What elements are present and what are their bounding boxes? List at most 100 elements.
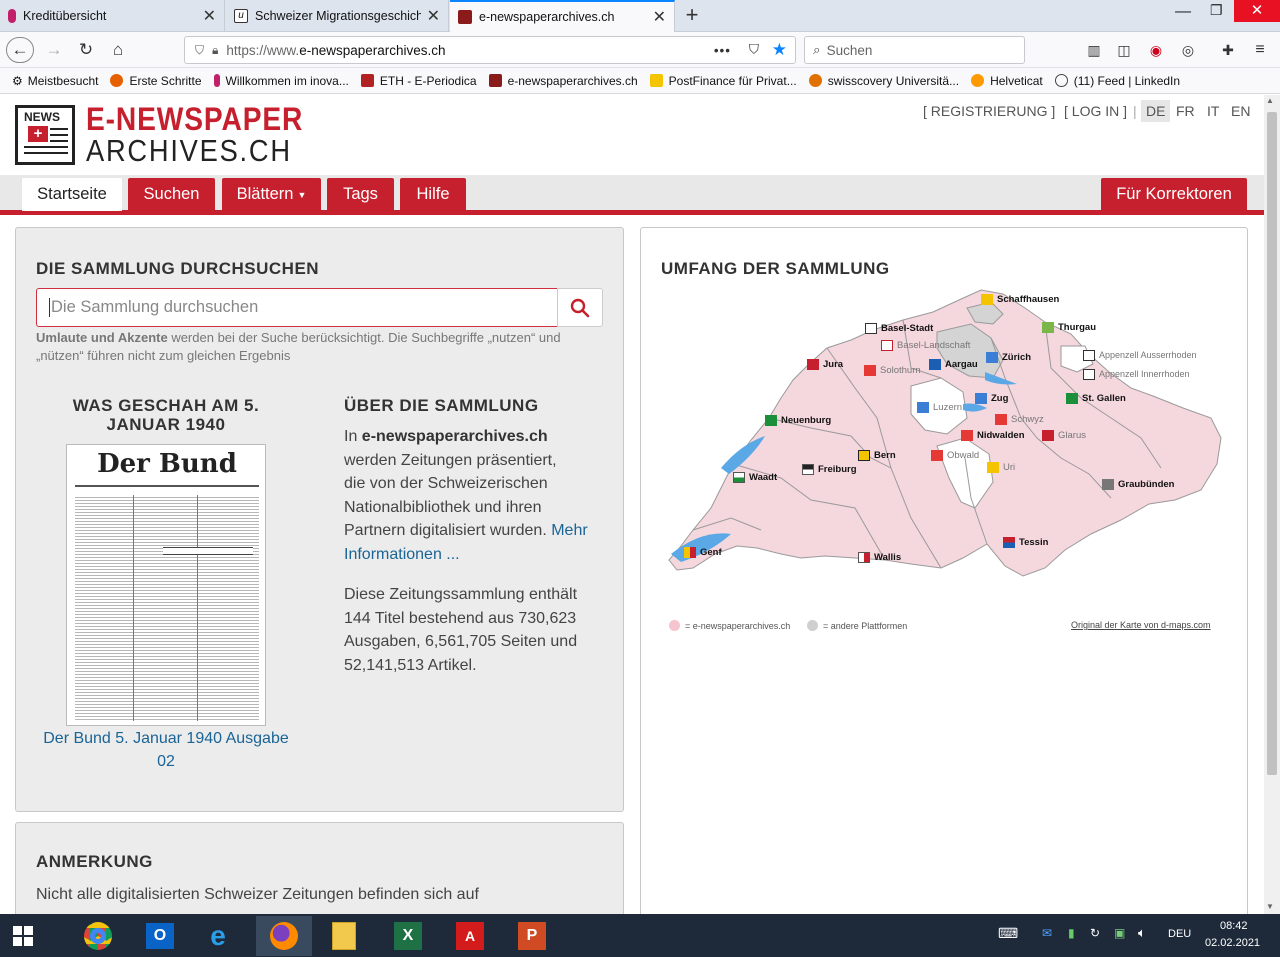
history-link-line2[interactable]: 02 bbox=[157, 753, 175, 770]
pocket-icon[interactable]: ⛉ bbox=[749, 42, 759, 58]
canton-schwyz[interactable]: Schwyz bbox=[995, 414, 1044, 425]
network-icon[interactable]: ▣ bbox=[1114, 926, 1125, 940]
close-window-icon[interactable]: ✕ bbox=[1234, 0, 1280, 22]
menu-hamburger-icon[interactable]: ≡ bbox=[1246, 37, 1274, 63]
lock-icon[interactable]: 🔒︎ bbox=[212, 43, 218, 58]
close-tab-icon[interactable]: ✕ bbox=[653, 7, 666, 27]
canton-tessin[interactable]: Tessin bbox=[1003, 537, 1048, 548]
bookmark-linkedin[interactable]: (11) Feed | LinkedIn bbox=[1054, 74, 1180, 88]
tracking-shield-icon[interactable]: ⛉ bbox=[195, 43, 204, 58]
clock-date[interactable]: 02.02.2021 bbox=[1205, 937, 1260, 949]
language-it[interactable]: IT bbox=[1207, 103, 1219, 119]
bookmark-inova[interactable]: Willkommen im inova... bbox=[213, 74, 349, 88]
close-tab-icon[interactable]: ✕ bbox=[427, 6, 440, 26]
scroll-up-icon[interactable]: ▲ bbox=[1266, 96, 1274, 105]
file-explorer-icon[interactable] bbox=[316, 916, 372, 956]
canton-st-gallen[interactable]: St. Gallen bbox=[1066, 393, 1126, 404]
language-fr[interactable]: FR bbox=[1176, 103, 1195, 119]
internet-explorer-icon[interactable]: e bbox=[190, 916, 246, 956]
canton-luzern[interactable]: Luzern bbox=[917, 402, 962, 413]
nav-hilfe[interactable]: Hilfe bbox=[400, 178, 466, 211]
close-tab-icon[interactable]: ✕ bbox=[203, 6, 216, 26]
bookmark-e-newspaperarchives[interactable]: e-newspaperarchives.ch bbox=[488, 74, 638, 88]
tab-e-newspaperarchives[interactable]: e-newspaperarchives.ch ✕ bbox=[450, 0, 675, 32]
account-icon[interactable]: ◎ bbox=[1174, 37, 1202, 63]
history-link-line1[interactable]: Der Bund 5. Januar 1940 Ausgabe bbox=[43, 730, 289, 747]
outlook-tray-icon[interactable]: ✉ bbox=[1042, 926, 1052, 940]
canton-aargau[interactable]: Aargau bbox=[929, 359, 978, 370]
bookmark-postfinance[interactable]: PostFinance für Privat... bbox=[649, 74, 797, 88]
switzerland-map[interactable] bbox=[641, 268, 1247, 598]
nav-suchen[interactable]: Suchen bbox=[128, 178, 215, 211]
register-link[interactable]: [ REGISTRIERUNG ] bbox=[923, 103, 1055, 119]
clock-time[interactable]: 08:42 bbox=[1220, 920, 1248, 932]
canton-zurich[interactable]: Zürich bbox=[986, 352, 1031, 363]
canton-uri[interactable]: Uri bbox=[987, 462, 1015, 473]
restore-window-icon[interactable]: ❐ bbox=[1210, 2, 1223, 19]
library-icon[interactable]: ▥ bbox=[1080, 37, 1108, 63]
history-issue-link[interactable]: Der Bund 5. Januar 1940 Ausgabe 02 bbox=[36, 727, 296, 773]
extension-icon[interactable]: ◉ bbox=[1142, 37, 1170, 63]
canton-basel-stadt[interactable]: Basel-Stadt bbox=[865, 323, 933, 334]
bookmark-swisscovery[interactable]: swisscovery Universitä... bbox=[808, 74, 959, 88]
canton-thurgau[interactable]: Thurgau bbox=[1042, 322, 1096, 333]
tab-migrationsgeschichte[interactable]: u Schweizer Migrationsgeschicht ✕ bbox=[226, 0, 449, 32]
back-arrow-icon[interactable]: ← bbox=[6, 37, 34, 63]
bookmark-star-icon[interactable]: ★ bbox=[772, 40, 787, 60]
canton-jura[interactable]: Jura bbox=[807, 359, 843, 370]
extensions-icon[interactable]: ✚ bbox=[1214, 37, 1242, 63]
tab-kreditubersicht[interactable]: Kreditübersicht ✕ bbox=[0, 0, 225, 32]
sidebar-icon[interactable]: ◫ bbox=[1110, 37, 1138, 63]
logo-title-line2[interactable]: ARCHIVES.CH bbox=[86, 133, 292, 169]
canton-solothurn[interactable]: Solothurn bbox=[864, 365, 921, 376]
newspaper-thumbnail[interactable]: Der Bund bbox=[66, 444, 266, 726]
scroll-down-icon[interactable]: ▼ bbox=[1266, 902, 1274, 911]
chrome-icon[interactable] bbox=[70, 916, 126, 956]
bookmark-meistbesucht[interactable]: ⚙ Meistbesucht bbox=[12, 74, 98, 88]
canton-wallis[interactable]: Wallis bbox=[858, 552, 901, 563]
login-link[interactable]: [ LOG IN ] bbox=[1064, 103, 1127, 119]
page-actions-icon[interactable]: ••• bbox=[714, 43, 731, 58]
nav-tags[interactable]: Tags bbox=[327, 178, 394, 211]
bookmark-e-periodica[interactable]: ETH - E-Periodica bbox=[360, 74, 477, 88]
canton-obwald[interactable]: Obwald bbox=[931, 450, 979, 461]
canton-appenzell-ausserrhoden[interactable]: Appenzell Ausserrhoden bbox=[1083, 350, 1197, 362]
canton-graubuenden[interactable]: Graubünden bbox=[1102, 479, 1174, 490]
forward-arrow-icon[interactable]: → bbox=[40, 37, 68, 63]
bookmark-helveticat[interactable]: Helveticat bbox=[971, 74, 1043, 88]
nav-startseite[interactable]: Startseite bbox=[22, 178, 122, 211]
firefox-taskbar-icon[interactable] bbox=[256, 916, 312, 956]
canton-glarus[interactable]: Glarus bbox=[1042, 430, 1086, 441]
browser-search-field[interactable]: ⌕ Suchen bbox=[804, 36, 1025, 64]
battery-icon[interactable]: ▮ bbox=[1068, 926, 1075, 940]
more-info-link-cont[interactable]: Informationen ... bbox=[344, 546, 460, 563]
home-icon[interactable]: ⌂ bbox=[104, 37, 132, 63]
input-language[interactable]: DEU bbox=[1168, 928, 1191, 940]
language-de[interactable]: DE bbox=[1141, 100, 1171, 122]
canton-freiburg[interactable]: Freiburg bbox=[802, 464, 857, 475]
map-credit-link[interactable]: Original der Karte von d-maps.com bbox=[1071, 620, 1211, 630]
more-info-link[interactable]: Mehr bbox=[551, 522, 587, 539]
excel-icon[interactable]: X bbox=[380, 916, 436, 956]
canton-appenzell-innerrhoden[interactable]: Appenzell Innerrhoden bbox=[1083, 369, 1190, 381]
canton-neuenburg[interactable]: Neuenburg bbox=[765, 415, 831, 426]
nav-blaettern[interactable]: Blättern ▼ bbox=[222, 178, 321, 211]
language-en[interactable]: EN bbox=[1231, 103, 1250, 119]
collection-search-input[interactable]: Die Sammlung durchsuchen bbox=[36, 288, 558, 327]
canton-schaffhausen[interactable]: Schaffhausen bbox=[981, 294, 1059, 305]
outlook-icon[interactable]: O bbox=[132, 916, 188, 956]
canton-zug[interactable]: Zug bbox=[975, 393, 1008, 404]
powerpoint-icon[interactable]: P bbox=[504, 916, 560, 956]
reload-icon[interactable]: ↻ bbox=[72, 37, 100, 63]
canton-bern[interactable]: Bern bbox=[858, 450, 896, 461]
scrollbar-thumb[interactable] bbox=[1267, 112, 1277, 775]
url-bar[interactable]: ⛉ 🔒︎ https://www. e-newspaperarchives.ch … bbox=[184, 36, 796, 64]
windows-start-icon[interactable] bbox=[0, 916, 46, 956]
sync-icon[interactable]: ↻ bbox=[1090, 926, 1100, 940]
canton-waadt[interactable]: Waadt bbox=[733, 472, 777, 483]
canton-genf[interactable]: Genf bbox=[684, 547, 722, 558]
site-logo-mark[interactable]: NEWS + bbox=[15, 105, 75, 165]
search-submit-button[interactable] bbox=[557, 288, 603, 327]
new-tab-button[interactable]: + bbox=[680, 3, 704, 29]
canton-basel-landschaft[interactable]: Basel-Landschaft bbox=[881, 340, 970, 351]
